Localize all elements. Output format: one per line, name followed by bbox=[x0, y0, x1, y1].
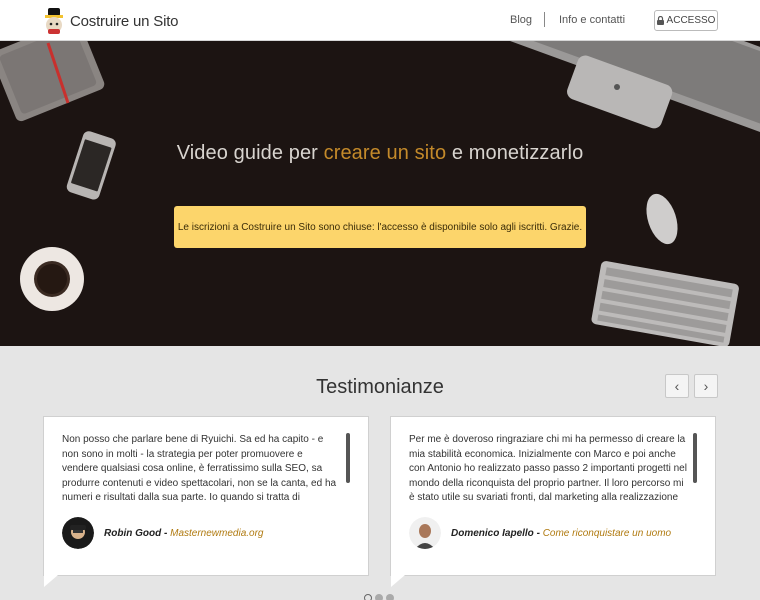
access-button-label: ACCESSO bbox=[666, 15, 716, 26]
site-logo[interactable]: Costruire un Sito bbox=[42, 8, 179, 34]
carousel-pagination bbox=[364, 594, 394, 600]
testimonial-text: Per me è doveroso ringraziare chi mi ha … bbox=[409, 434, 687, 503]
testimonial-author: Robin Good - Masternewmedia.org bbox=[62, 517, 263, 549]
author-avatar bbox=[62, 517, 94, 549]
site-header: Costruire un Sito Blog Info e contatti A… bbox=[0, 0, 760, 41]
chevron-left-icon: ‹ bbox=[674, 378, 680, 394]
registration-closed-notice: Le iscrizioni a Costruire un Sito sono c… bbox=[174, 206, 586, 248]
carousel-dot-2[interactable] bbox=[375, 594, 383, 600]
chevron-right-icon: › bbox=[703, 378, 709, 394]
author-link[interactable]: Masternewmedia.org bbox=[170, 528, 263, 539]
hero-section: Video guide per creare un sito e monetiz… bbox=[0, 41, 760, 346]
nav-blog-link[interactable]: Blog bbox=[510, 14, 532, 26]
author-link[interactable]: Come riconquistare un uomo bbox=[543, 528, 671, 539]
testimonial-scrollbar[interactable] bbox=[346, 433, 350, 483]
author-name: Domenico Iapello bbox=[451, 527, 534, 539]
testimonial-scrollbar[interactable] bbox=[693, 433, 697, 483]
author-separator: - bbox=[533, 527, 543, 539]
carousel-dot-1[interactable] bbox=[364, 594, 372, 600]
hero-title-accent: creare un sito bbox=[323, 142, 447, 164]
hero-title: Video guide per creare un sito e monetiz… bbox=[0, 142, 760, 165]
speech-bubble-tail bbox=[44, 575, 58, 587]
nav-info-link[interactable]: Info e contatti bbox=[559, 14, 625, 26]
author-separator: - bbox=[161, 527, 171, 539]
carousel-prev-button[interactable]: ‹ bbox=[665, 374, 689, 398]
access-button[interactable]: ACCESSO bbox=[654, 10, 718, 31]
author-avatar bbox=[409, 517, 441, 549]
logo-text: Costruire un Sito bbox=[70, 12, 179, 30]
hero-title-end: e monetizzarlo bbox=[446, 142, 584, 164]
testimonials-section: Testimonianze ‹ › Non posso che parlare … bbox=[0, 346, 760, 600]
hero-title-start: Video guide per bbox=[176, 142, 324, 164]
speech-bubble-tail bbox=[391, 575, 405, 587]
nav-divider bbox=[544, 12, 545, 27]
author-name: Robin Good bbox=[104, 527, 162, 539]
testimonials-title: Testimonianze bbox=[316, 376, 444, 398]
desk-background-image bbox=[0, 41, 760, 346]
testimonial-author: Domenico Iapello - Come riconquistare un… bbox=[409, 517, 671, 549]
lock-icon bbox=[656, 16, 664, 25]
testimonial-text: Non posso che parlare bene di Ryuichi. S… bbox=[62, 434, 337, 503]
testimonial-card: Per me è doveroso ringraziare chi mi ha … bbox=[390, 416, 716, 587]
carousel-dot-3[interactable] bbox=[386, 594, 394, 600]
testimonial-card: Non posso che parlare bene di Ryuichi. S… bbox=[43, 416, 369, 587]
carousel-next-button[interactable]: › bbox=[694, 374, 718, 398]
logo-mascot-icon bbox=[45, 8, 63, 34]
